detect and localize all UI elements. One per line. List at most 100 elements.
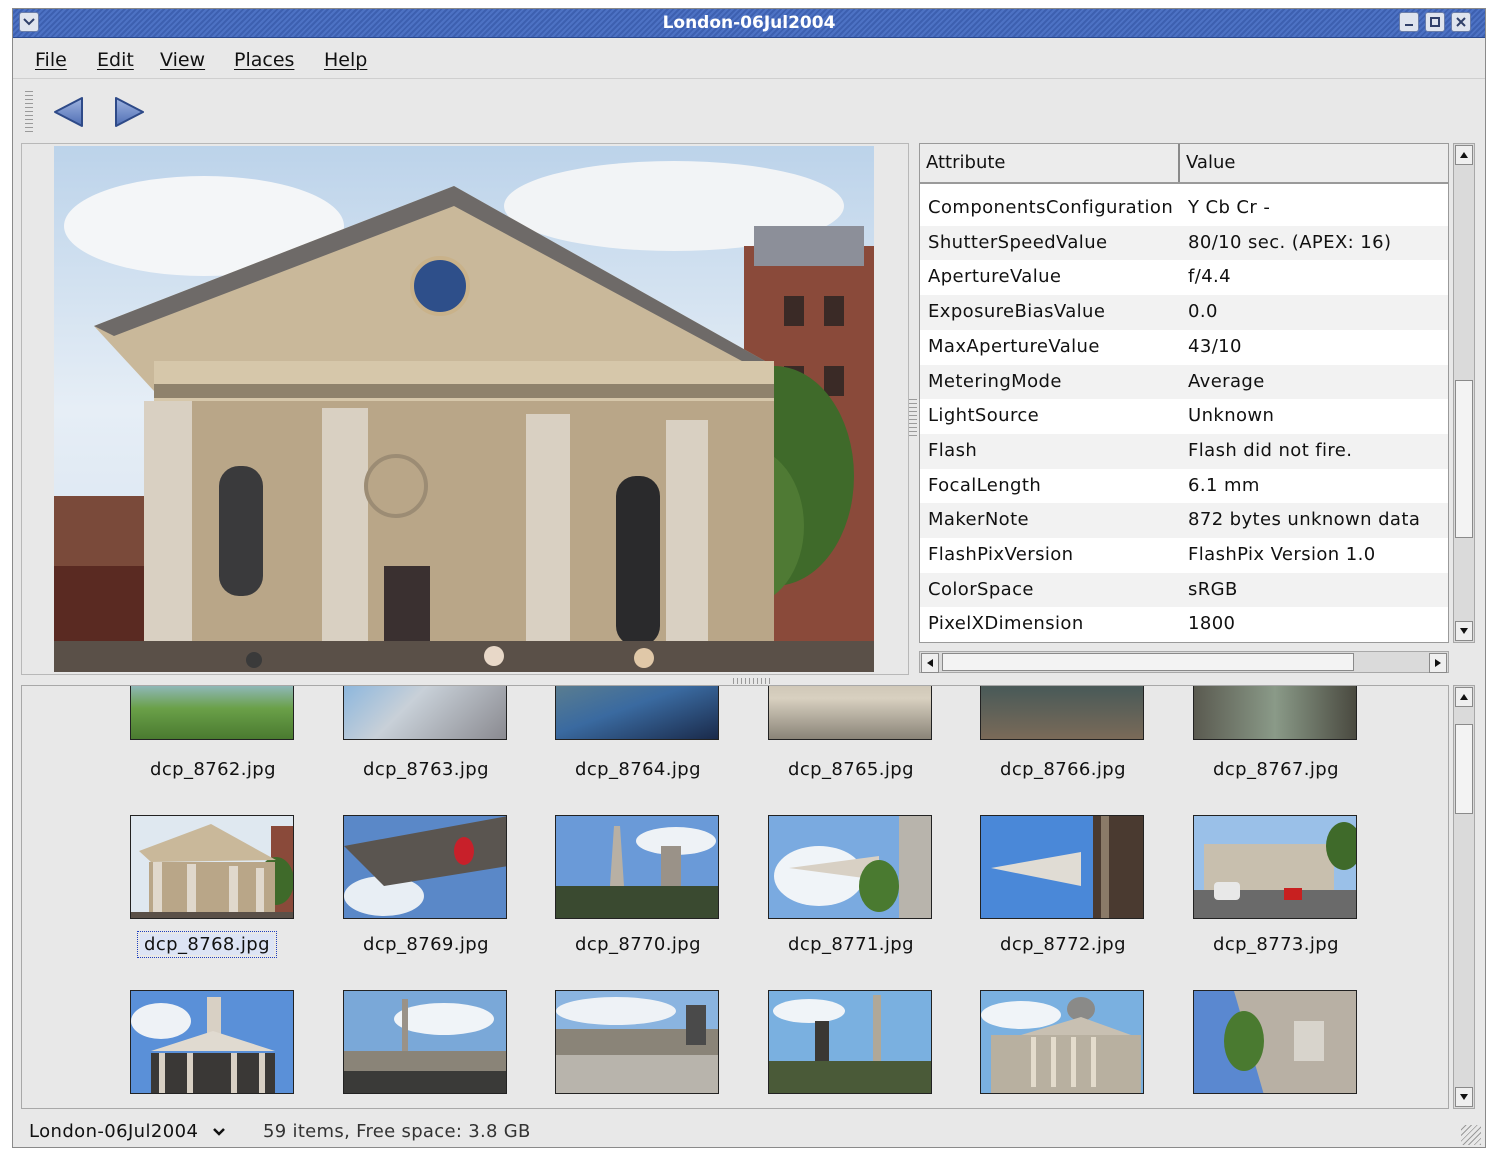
thumbnail-item[interactable]: dcp_8765.jpg (756, 686, 936, 801)
status-bar: London-06Jul2004 59 items, Free space: 3… (13, 1113, 1485, 1147)
table-row[interactable]: MaxApertureValue 43/10 (920, 330, 1448, 365)
thumbnail-item[interactable] (543, 981, 723, 1108)
table-row[interactable]: ColorSpace sRGB (920, 572, 1448, 608)
attribute-value: f/4.4 (1188, 266, 1232, 288)
thumbnail-item[interactable]: dcp_8763.jpg (331, 686, 511, 801)
menu-view[interactable]: View (160, 49, 205, 71)
thumbnail-item[interactable]: dcp_8769.jpg (331, 806, 511, 976)
attribute-name: ComponentsConfiguration (928, 197, 1174, 218)
thumbnail-item[interactable]: dcp_8764.jpg (543, 686, 723, 801)
toolbar-grip[interactable] (25, 91, 33, 135)
gallery-vertical-scrollbar[interactable] (1453, 685, 1475, 1109)
table-row[interactable]: Flash Flash did not fire. (920, 433, 1448, 469)
attribute-horizontal-scrollbar[interactable] (919, 651, 1449, 673)
menu-help[interactable]: Help (324, 49, 367, 71)
attribute-value: 80/10 sec. (APEX: 16) (1188, 231, 1392, 253)
menu-places[interactable]: Places (234, 49, 294, 71)
title-bar[interactable]: London-06Jul2004 (13, 9, 1485, 38)
thumbnail-item[interactable]: dcp_8770.jpg (543, 806, 723, 976)
church-photo (54, 146, 874, 672)
table-row[interactable]: MeteringMode Average (920, 364, 1448, 400)
attribute-value: 6.1 mm (1188, 474, 1260, 496)
thumbnail-item[interactable] (756, 981, 936, 1108)
scroll-left-button[interactable] (921, 653, 939, 673)
arrow-up-icon (1460, 694, 1468, 700)
thumbnail-label: dcp_8762.jpg (150, 759, 276, 780)
thumbnail-label: dcp_8769.jpg (363, 934, 489, 955)
attribute-value: 0.0 (1188, 301, 1218, 323)
thumbnail-item[interactable]: dcp_8767.jpg (1181, 686, 1361, 801)
triangle-left-icon (54, 97, 83, 127)
table-row[interactable]: FlashPixVersion FlashPix Version 1.0 (920, 538, 1448, 573)
toolbar (13, 79, 1485, 145)
thumbnail-item[interactable]: dcp_8773.jpg (1181, 806, 1361, 976)
attribute-name: PixelXDimension (928, 613, 1084, 635)
thumbnail-label: dcp_8763.jpg (363, 759, 489, 780)
resize-grip[interactable] (1461, 1125, 1481, 1145)
thumbnail-label: dcp_8767.jpg (1213, 759, 1339, 780)
scroll-up-button[interactable] (1455, 687, 1473, 707)
thumbnail-item[interactable]: dcp_8768.jpg (118, 806, 298, 976)
tower-thumbnail (344, 816, 506, 918)
location-label: London-06Jul2004 (29, 1121, 199, 1142)
menu-edit[interactable]: Edit (97, 49, 134, 71)
table-row[interactable]: PixelXDimension 1800 (920, 607, 1448, 642)
thumbnail-item[interactable]: dcp_8771.jpg (756, 806, 936, 976)
thumbnail-label: dcp_8772.jpg (1000, 934, 1126, 955)
attribute-name: FocalLength (928, 474, 1042, 496)
table-row[interactable]: MakerNote 872 bytes unknown data (920, 503, 1448, 538)
forward-button[interactable] (109, 93, 149, 131)
rotated-street-thumbnail (1194, 991, 1356, 1093)
attribute-name: MakerNote (928, 509, 1030, 531)
column-header-attribute[interactable]: Attribute (920, 144, 1180, 182)
table-row[interactable]: ExposureBiasValue 0.0 (920, 295, 1448, 330)
scroll-thumb[interactable] (1455, 380, 1473, 538)
thumbnail-item[interactable]: dcp_8772.jpg (968, 806, 1148, 976)
table-row[interactable]: ApertureValue f/4.4 (920, 260, 1448, 295)
thumbnail-image (130, 686, 294, 740)
menu-file[interactable]: File (35, 49, 67, 71)
window-title: London-06Jul2004 (662, 13, 836, 33)
thumbnail-item[interactable]: dcp_8762.jpg (118, 686, 298, 801)
thumbnail-item[interactable] (968, 981, 1148, 1108)
attribute-vertical-scrollbar[interactable] (1453, 143, 1475, 643)
table-row[interactable]: LightSource Unknown (920, 399, 1448, 434)
app-window: London-06Jul2004 File Edit View Places H… (12, 8, 1486, 1148)
thumbnail-label: dcp_8766.jpg (1000, 759, 1126, 780)
table-row[interactable]: ShutterSpeedValue 80/10 sec. (APEX: 16) (920, 225, 1448, 261)
thumbnail-image (980, 815, 1144, 919)
scroll-down-button[interactable] (1455, 1087, 1473, 1107)
attribute-name: LightSource (928, 405, 1040, 427)
thumbnail-item[interactable] (331, 981, 511, 1108)
table-row[interactable]: FocalLength 6.1 mm (920, 469, 1448, 504)
attribute-value: sRGB (1188, 578, 1238, 600)
thumbnail-label: dcp_8773.jpg (1213, 934, 1339, 955)
close-button[interactable] (1451, 12, 1471, 32)
square-thumbnail (344, 991, 506, 1093)
scroll-up-button[interactable] (1455, 145, 1473, 165)
thumbnail-image (980, 990, 1144, 1094)
scroll-thumb[interactable] (1455, 724, 1473, 814)
attribute-name: Flash (928, 439, 978, 461)
thumbnail-gallery: dcp_8762.jpg dcp_8763.jpg dcp_8764.jpg d… (21, 685, 1449, 1109)
scroll-right-button[interactable] (1429, 653, 1447, 673)
scroll-thumb[interactable] (942, 653, 1354, 671)
thumbnail-item[interactable]: dcp_8766.jpg (968, 686, 1148, 801)
minimize-button[interactable] (1399, 12, 1419, 32)
thumbnail-image (555, 990, 719, 1094)
thumbnail-image (1193, 990, 1357, 1094)
back-button[interactable] (49, 93, 89, 131)
thumbnail-item[interactable] (1181, 981, 1361, 1108)
preview-photo[interactable] (54, 146, 874, 672)
table-row[interactable]: ComponentsConfiguration Y Cb Cr - (920, 191, 1448, 226)
thumbnail-item[interactable] (118, 981, 298, 1108)
location-dropdown[interactable]: London-06Jul2004 (29, 1121, 226, 1142)
pane-splitter-horizontal[interactable] (733, 678, 773, 684)
steeple-thumbnail (556, 816, 718, 918)
maximize-button[interactable] (1425, 12, 1445, 32)
thumbnail-label-selected: dcp_8768.jpg (137, 931, 277, 958)
scroll-down-button[interactable] (1455, 621, 1473, 641)
thumbnail-image (1193, 815, 1357, 919)
pane-splitter-vertical[interactable] (909, 399, 917, 439)
column-header-value[interactable]: Value (1180, 144, 1448, 182)
